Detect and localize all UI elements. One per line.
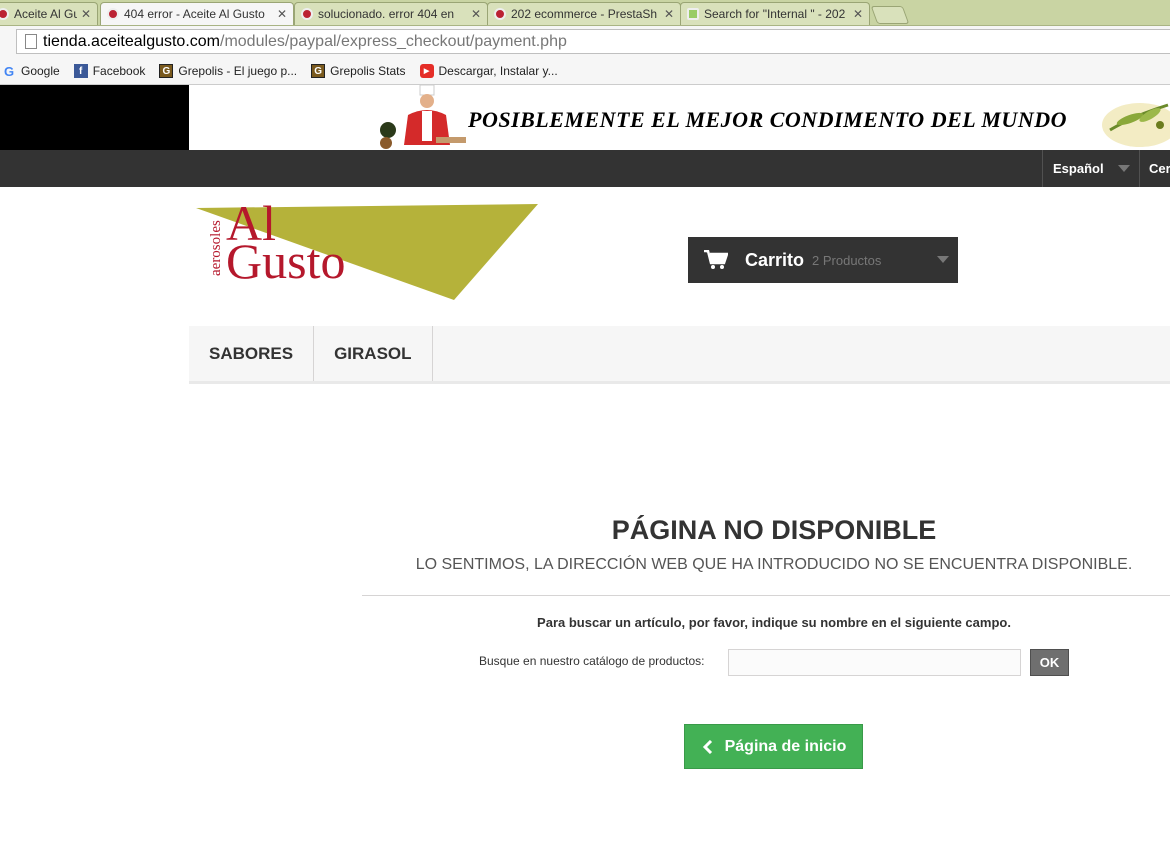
chef-image [380,85,466,149]
top-banner[interactable]: POSIBLEMENTE EL MEJOR CONDIMENTO DEL MUN… [0,85,1170,150]
bookmark-grepolis-stats[interactable]: G Grepolis Stats [311,64,406,78]
search-hint: Para buscar un artículo, por favor, indi… [537,615,1011,630]
site-favicon-icon [687,8,699,20]
cart-label: Carrito [745,249,805,270]
url-text: tienda.aceitealgusto.com/modules/paypal/… [43,33,567,51]
close-icon[interactable]: ✕ [664,7,674,21]
page-icon [25,34,37,49]
grepolis-icon: G [311,64,326,78]
chevron-down-icon [1118,165,1130,172]
bookmark-label: Grepolis Stats [330,64,406,78]
logo-graphic: Al Gusto aerosoles [196,195,538,300]
language-label: Español [1053,161,1104,176]
banner-slogan: POSIBLEMENTE EL MEJOR CONDIMENTO DEL MUN… [468,107,1067,132]
bookmark-label: Google [21,64,60,78]
close-icon[interactable]: ✕ [471,7,481,21]
site-favicon-icon [0,8,9,20]
logo-text-vertical: aerosoles [208,220,224,276]
banner-black-block [0,85,189,150]
search-input[interactable] [728,649,1021,676]
bookmark-label: Facebook [92,64,146,78]
browser-tab-strip: Aceite Al Gusto ✕ 404 error - Aceite Al … [0,0,1170,26]
cart-icon [704,250,728,269]
browser-tab[interactable]: 202 ecommerce - PrestaSh ✕ [487,2,681,25]
search-ok-button[interactable]: OK [1030,649,1069,676]
tab-title: Search for "Internal " - 202 [704,7,846,21]
currency-selector[interactable]: Cer [1149,150,1170,187]
site-favicon-icon [107,8,119,20]
browser-tab-active[interactable]: 404 error - Aceite Al Gusto ✕ [100,2,294,25]
menu-item-sabores[interactable]: SABORES [189,326,315,381]
new-tab-button[interactable] [870,6,910,24]
grepolis-icon: G [159,64,174,78]
chevron-left-icon [702,739,712,754]
close-icon[interactable]: ✕ [277,7,287,21]
browser-tab[interactable]: Search for "Internal " - 202 ✕ [680,2,870,25]
top-navbar: Español Cer [0,150,1170,187]
home-button[interactable]: Página de inicio [684,724,863,769]
address-bar-area: tienda.aceitealgusto.com/modules/paypal/… [0,26,1170,58]
address-bar[interactable]: tienda.aceitealgusto.com/modules/paypal/… [16,29,1170,54]
bookmark-youtube[interactable]: ▶ Descargar, Instalar y... [419,64,558,78]
menu-item-girasol[interactable]: GIRASOL [314,326,433,381]
tab-title: solucionado. error 404 en [318,7,455,21]
language-selector[interactable]: Español [1042,150,1140,187]
cart-count: 2 Productos [812,252,882,268]
tab-title: Aceite Al Gusto [14,7,77,21]
browser-tab[interactable]: Aceite Al Gusto ✕ [0,2,98,25]
google-icon: G [3,63,15,79]
bookmark-google[interactable]: G Google [2,63,60,79]
page-subtitle: LO SENTIMOS, LA DIRECCIÓN WEB QUE HA INT… [415,556,1133,573]
site-favicon-icon [301,8,313,20]
cart-button[interactable]: Carrito 2 Productos [688,237,958,283]
main-menu: SABORES GIRASOL [189,326,1170,384]
url-path: /modules/paypal/express_checkout/payment… [220,32,567,50]
close-icon[interactable]: ✕ [81,7,91,21]
site-favicon-icon [494,8,506,20]
facebook-icon: f [73,64,88,78]
close-icon[interactable]: ✕ [853,7,863,21]
bookmark-grepolis[interactable]: G Grepolis - El juego p... [159,64,297,78]
search-label: Busque en nuestro catálogo de productos: [479,654,705,668]
page-title: PÁGINA NO DISPONIBLE [611,515,937,545]
youtube-icon: ▶ [419,64,434,78]
bookmark-facebook[interactable]: f Facebook [73,64,146,78]
olive-branch-image [1102,103,1170,147]
home-button-label: Página de inicio [724,737,847,755]
chevron-down-icon [937,256,949,263]
browser-tab[interactable]: solucionado. error 404 en ✕ [294,2,488,25]
tab-title: 404 error - Aceite Al Gusto [124,7,265,21]
bookmarks-bar: G Google f Facebook G Grepolis - El jueg… [0,58,1170,85]
bookmark-label: Grepolis - El juego p... [178,64,298,78]
url-domain: tienda.aceitealgusto.com [43,32,220,50]
logo-text-gusto: Gusto [226,233,345,289]
bookmark-label: Descargar, Instalar y... [438,64,558,78]
site-logo[interactable]: Al Gusto aerosoles [190,195,540,302]
tab-title: 202 ecommerce - PrestaSh [511,7,658,21]
divider [362,595,1170,596]
